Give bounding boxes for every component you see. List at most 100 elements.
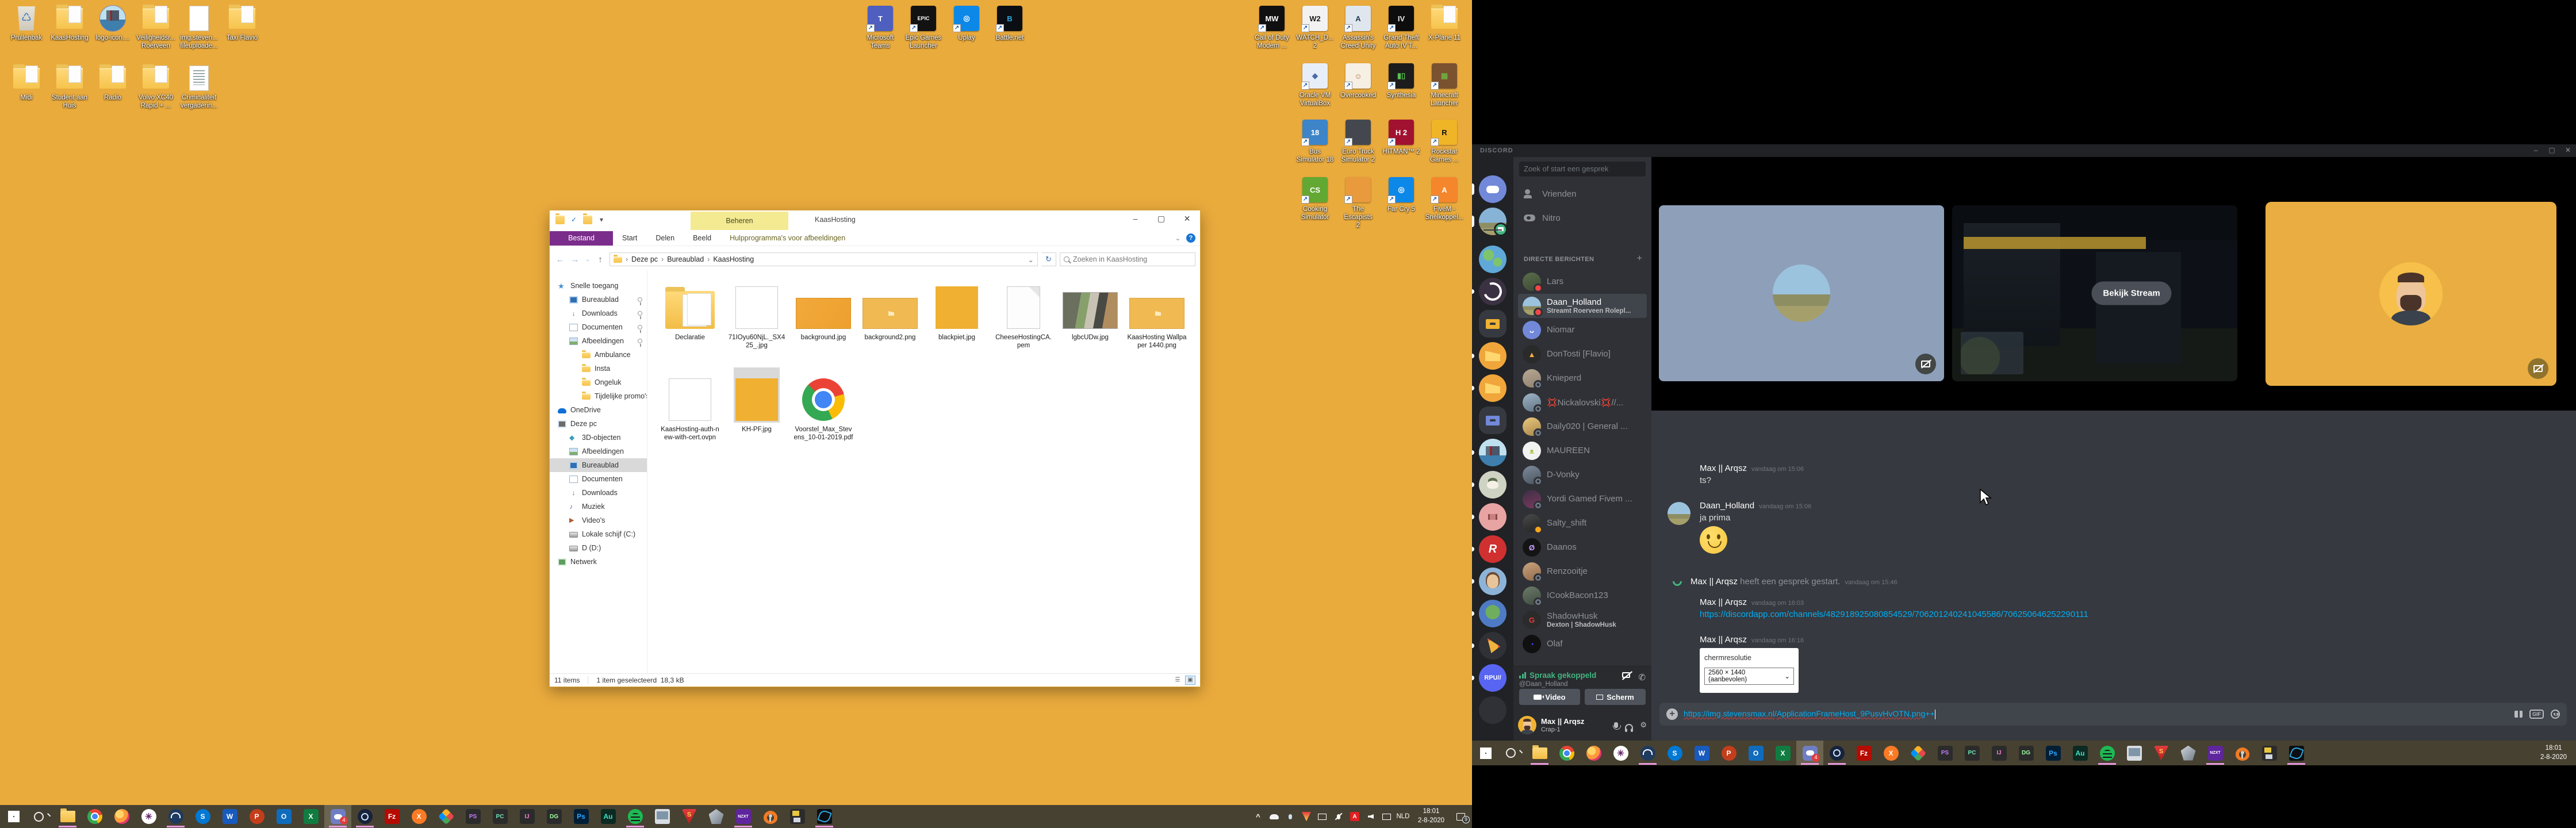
properties-icon[interactable]: ✓ — [569, 215, 578, 224]
desktop-icon[interactable]: Veiligheidsr...Roerveen — [135, 5, 177, 51]
desktop-shortcut[interactable]: MW ↗ Call of DutyModern ... — [1251, 5, 1293, 51]
video-tile-max[interactable] — [2266, 202, 2556, 386]
forward-icon[interactable]: → — [569, 255, 581, 264]
message-author[interactable]: Max || Arqszvandaag om 16:03 — [1700, 597, 2564, 607]
taskbar-button[interactable]: IJ — [513, 805, 540, 828]
taskbar-button[interactable]: NZXT — [2202, 741, 2229, 765]
file-item[interactable]: Declaratie — [658, 275, 722, 367]
desktop-shortcut[interactable]: ▦ ↗ MinecraftLauncher — [1424, 62, 1465, 108]
dm-item[interactable]: ICookBacon123 — [1518, 584, 1647, 608]
screenshare-button[interactable]: Scherm — [1585, 689, 1646, 705]
taskbar-button[interactable] — [2229, 741, 2256, 765]
language-indicator[interactable]: NLD — [1398, 812, 1408, 821]
taskbar-button[interactable] — [2283, 741, 2310, 765]
thumbnails-view-icon[interactable]: ▣ — [1185, 676, 1195, 685]
taskbar-button[interactable]: IJ — [1985, 741, 2012, 765]
taskbar-button[interactable]: O — [1742, 741, 1769, 765]
manage-contextual-tab[interactable]: Beheren — [691, 212, 788, 230]
taskbar-button[interactable] — [649, 805, 676, 828]
nav-item[interactable]: ▶ Video's — [550, 513, 647, 527]
file-item[interactable]: blackpiet.jpg — [925, 275, 988, 367]
taskbar-button[interactable]: W — [216, 805, 243, 828]
gif-picker-icon[interactable]: GIF — [2529, 710, 2544, 719]
taskbar-button[interactable]: X — [297, 805, 324, 828]
taskbar-button[interactable]: P — [1715, 741, 1742, 765]
taskbar-button[interactable] — [27, 805, 54, 828]
nav-item[interactable]: Insta — [550, 362, 647, 375]
nav-item[interactable]: Lokale schijf (C:) — [550, 527, 647, 541]
desktop-shortcut[interactable]: ◎ ↗ Uplay — [946, 5, 987, 51]
ribbon-tab[interactable]: Delen — [646, 231, 684, 246]
taskbar-button[interactable] — [784, 805, 811, 828]
taskbar-button[interactable] — [432, 805, 459, 828]
taskbar-button[interactable] — [811, 805, 838, 828]
ribbon-tab[interactable]: Bestand — [550, 231, 613, 246]
user-avatar[interactable] — [1518, 716, 1536, 734]
desktop-shortcut[interactable]: R ↗ RockstarGames ... — [1424, 118, 1465, 164]
close-button[interactable]: ✕ — [2560, 144, 2576, 157]
desktop-icon[interactable]: img.steven...fileuploade... — [178, 5, 220, 51]
breadcrumb-item[interactable]: KaasHosting — [713, 255, 754, 263]
nav-item[interactable]: ↓ Downloads — [550, 486, 647, 500]
search-input[interactable]: Zoeken in KaasHosting — [1060, 252, 1195, 266]
ribbon-tab[interactable]: Start — [613, 231, 646, 246]
avira-icon[interactable]: A — [1350, 812, 1359, 821]
nav-item[interactable]: ★ Snelle toegang — [550, 279, 647, 293]
taskbar-button[interactable] — [1607, 741, 1634, 765]
server-icon[interactable] — [1479, 278, 1506, 305]
dm-item[interactable]: 💢Nickalovski💢//... — [1518, 390, 1647, 415]
taskbar-button[interactable]: X — [1877, 741, 1904, 765]
watch-stream-button[interactable]: Bekijk Stream — [2091, 282, 2171, 305]
maximize-button[interactable]: ▢ — [1148, 210, 1174, 228]
desktop-shortcut[interactable]: A ↗ Assassin'sCreed Unity — [1337, 5, 1379, 51]
dm-item[interactable]: ▲ DonTosti [Flavio] — [1518, 342, 1647, 366]
nav-item[interactable]: ◆ 3D-objecten — [550, 431, 647, 444]
desktop-shortcut[interactable]: A ↗ FiveM -Snelkoppel... — [1424, 176, 1465, 229]
desktop-shortcut[interactable]: T ↗ MicrosoftTeams — [860, 5, 901, 51]
taskbar-button[interactable] — [2121, 741, 2148, 765]
server-icon[interactable] — [1479, 175, 1506, 203]
message-author[interactable]: Max || Arqszvandaag om 16:16 — [1700, 635, 2564, 645]
breadcrumb-item[interactable]: Deze pc — [631, 255, 658, 263]
volume-icon[interactable] — [1366, 812, 1375, 821]
server-icon[interactable] — [1479, 310, 1506, 338]
nav-item[interactable]: Ambulance — [550, 348, 647, 362]
taskbar-button[interactable]: Au — [2067, 741, 2094, 765]
server-icon[interactable] — [1479, 439, 1506, 466]
emoji-picker-icon[interactable] — [2551, 710, 2560, 719]
message-input[interactable]: + https://img.stevensmax.nl/ApplicationF… — [1659, 703, 2567, 726]
server-icon[interactable] — [1479, 374, 1506, 402]
message-author[interactable]: Daan_Hollandvandaag om 15:06 — [1700, 501, 2564, 511]
desktop-shortcut[interactable]: ↗ The Escapists2 — [1337, 176, 1379, 229]
taskbar-button[interactable]: PC — [486, 805, 513, 828]
ribbon-collapse-icon[interactable]: ⌄ — [1175, 235, 1180, 242]
taskbar-button[interactable] — [1823, 741, 1850, 765]
server-icon[interactable] — [1479, 342, 1506, 370]
nav-item[interactable]: ♪ Muziek — [550, 500, 647, 513]
taskbar-button[interactable]: DG — [2012, 741, 2040, 765]
explorer-titlebar[interactable]: ✓ ▾ Beheren KaasHosting – ▢ ✕ — [550, 210, 1200, 231]
desktop-shortcut[interactable]: IV ↗ Grand TheftAuto IV T... — [1381, 5, 1422, 51]
refresh-icon[interactable]: ↻ — [1041, 252, 1056, 266]
breadcrumb[interactable]: › Deze pc › Bureaublad › KaasHosting ⌄ — [610, 252, 1038, 266]
file-item[interactable]: Voorstel_Max_Stevens_10-01-2019.pdf — [792, 367, 855, 459]
dm-item[interactable]: Ø Daanos — [1518, 535, 1647, 559]
desktop-icon[interactable]: Prullenbak — [6, 5, 47, 51]
recent-locations-icon[interactable]: ⌄ — [584, 256, 591, 263]
desktop-shortcut[interactable]: W2 ↗ WATCH_D...2 — [1294, 5, 1336, 51]
gift-icon[interactable] — [2514, 711, 2523, 718]
taskbar-button[interactable]: O — [270, 805, 297, 828]
dm-item[interactable]: Renzooitje — [1518, 559, 1647, 584]
taskbar-button[interactable] — [1553, 741, 1580, 765]
file-item[interactable]: KH-PF.jpg — [725, 367, 788, 459]
taskbar-button[interactable] — [1472, 741, 1499, 765]
taskbar-button[interactable]: X — [1769, 741, 1796, 765]
dm-item[interactable]: Lars — [1518, 270, 1647, 294]
desktop-icon[interactable]: Midi — [6, 64, 47, 110]
typed-message[interactable]: https://img.stevensmax.nl/ApplicationFra… — [1684, 709, 1935, 719]
nav-item[interactable]: Deze pc — [550, 417, 647, 431]
nav-item[interactable]: Documenten — [550, 472, 647, 486]
server-icon[interactable] — [1479, 696, 1506, 724]
taskbar-button[interactable] — [351, 805, 378, 828]
server-icon[interactable] — [1479, 600, 1506, 627]
